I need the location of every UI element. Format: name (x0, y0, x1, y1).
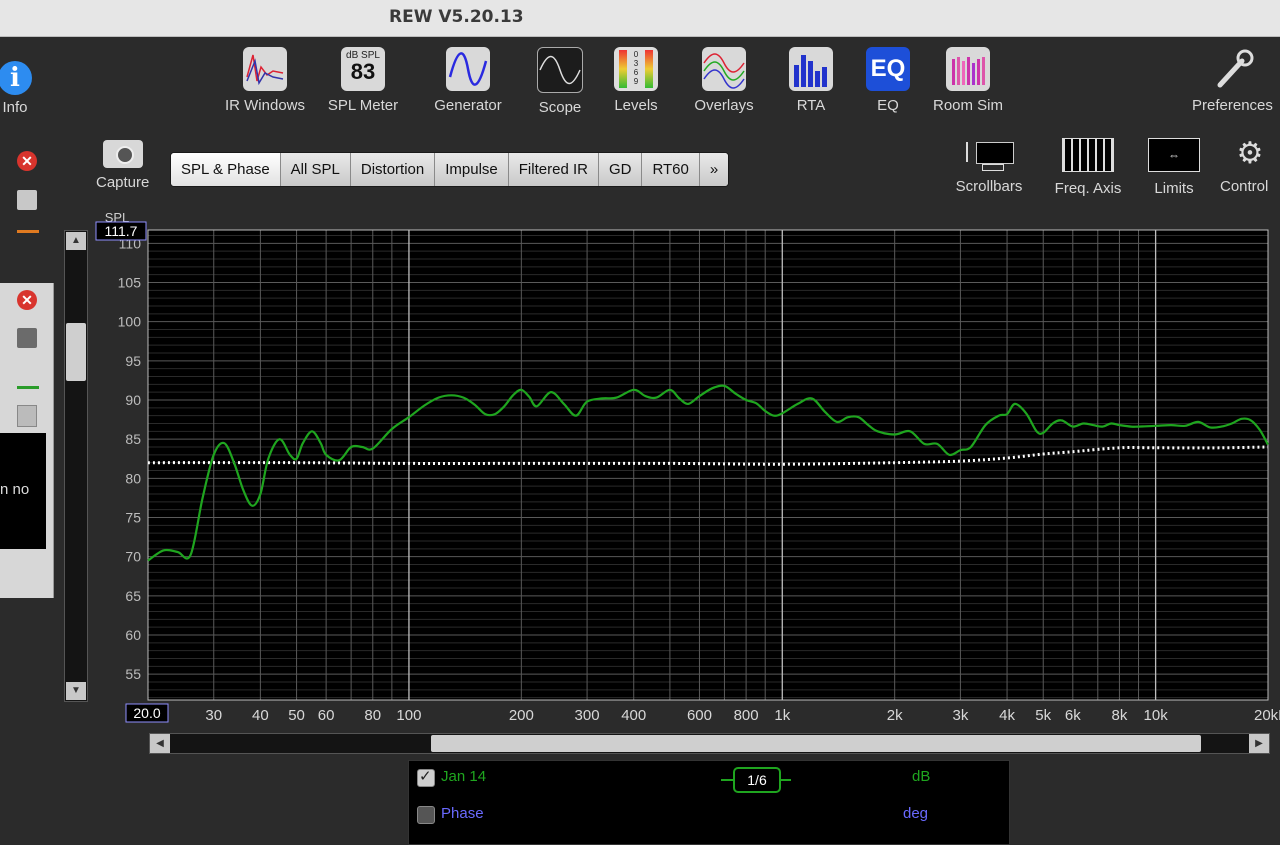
x-tick-label: 80 (364, 707, 381, 724)
y-tick-label: 95 (125, 353, 141, 369)
x-tick-label: 800 (734, 707, 759, 724)
y-tick-label: 85 (125, 431, 141, 447)
horizontal-scroll-thumb[interactable] (431, 735, 1201, 752)
x-tick-label: 3k (952, 707, 968, 724)
x-tick-label: 300 (575, 707, 600, 724)
x-tick-label: 400 (621, 707, 646, 724)
jan14-checkbox[interactable]: ✓ (417, 768, 435, 787)
legend-unit-phase: deg (903, 805, 929, 822)
x-tick-label: 200 (509, 707, 534, 724)
x-tick-label: 2k (887, 707, 903, 724)
vertical-scroll-thumb[interactable] (66, 323, 86, 381)
smoothing-line-left (721, 779, 733, 781)
vertical-scrollbar[interactable]: ▲ ▼ (64, 230, 88, 702)
legend-name-jan14: Jan 14 (441, 768, 487, 785)
x-left-value: 20.0 (133, 705, 160, 721)
legend-unit-jan14: dB (912, 768, 931, 785)
legend-name-phase: Phase (441, 805, 484, 822)
measurement-legend: ✓ Jan 14 1/6 dB Phase deg (408, 760, 1010, 845)
x-tick-label: 5k (1035, 707, 1051, 724)
phase-checkbox[interactable] (417, 806, 435, 824)
y-tick-label: 65 (125, 588, 141, 604)
spl-graph[interactable]: 110105100959085807570656055 30 40 50 60 80 10… (0, 0, 1280, 843)
y-tick-label: 90 (125, 392, 141, 408)
x-tick-label: 4k (999, 707, 1015, 724)
y-tick-labels: 110105100959085807570656055 (118, 235, 142, 682)
x-tick-label: 20kHz (1254, 707, 1280, 724)
x-tick-label: 100 (396, 707, 421, 724)
y-top-value: 111.7 (105, 223, 138, 239)
y-tick-label: 60 (125, 627, 141, 643)
scroll-right-arrow[interactable]: ▶ (1249, 734, 1269, 753)
x-tick-label: 30 (205, 707, 222, 724)
y-tick-label: 55 (125, 666, 141, 682)
x-tick-label: 50 (288, 707, 305, 724)
x-tick-label: 10k (1144, 707, 1169, 724)
plot-area[interactable] (148, 230, 1268, 700)
y-tick-label: 105 (118, 274, 142, 290)
y-tick-label: 100 (118, 314, 142, 330)
scroll-left-arrow[interactable]: ◀ (150, 734, 170, 753)
smoothing-selector[interactable]: 1/6 (733, 767, 781, 793)
x-tick-label: 600 (687, 707, 712, 724)
x-tick-labels: 30 40 50 60 80 100 200 300 400 600 800 1k 2k 3k 4k 5k 6k… (205, 707, 1280, 724)
y-tick-label: 80 (125, 470, 141, 486)
x-tick-label: 1k (774, 707, 790, 724)
smoothing-line-right (779, 779, 791, 781)
x-tick-label: 60 (318, 707, 335, 724)
y-tick-label: 75 (125, 509, 141, 525)
y-tick-label: 70 (125, 549, 141, 565)
scroll-down-arrow[interactable]: ▼ (66, 682, 86, 700)
x-tick-label: 40 (252, 707, 269, 724)
scroll-up-arrow[interactable]: ▲ (66, 232, 86, 250)
x-tick-label: 8k (1112, 707, 1128, 724)
horizontal-scrollbar[interactable]: ◀ ▶ (149, 733, 1270, 754)
x-tick-label: 6k (1065, 707, 1081, 724)
